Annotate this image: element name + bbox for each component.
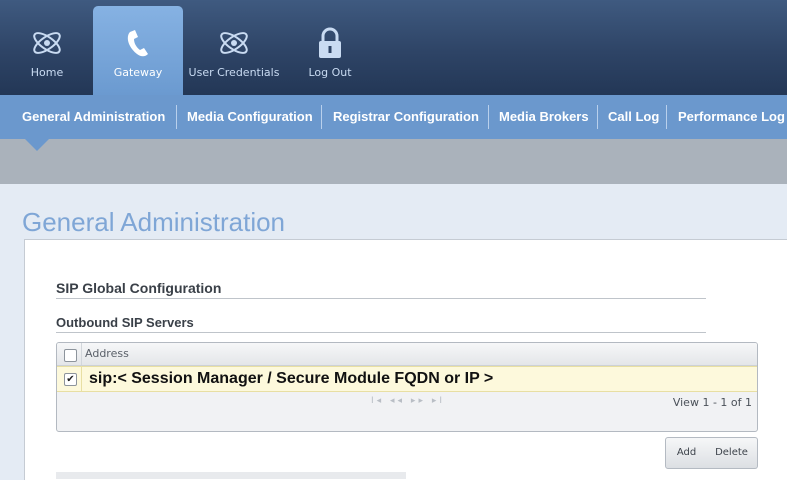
nav-home[interactable]: Home xyxy=(18,6,76,95)
view-count: View 1 - 1 of 1 xyxy=(672,396,752,409)
tab-divider xyxy=(321,105,322,129)
nav-user-credentials[interactable]: User Credentials xyxy=(188,6,280,95)
nav-gateway[interactable]: Gateway xyxy=(93,6,183,95)
column-divider xyxy=(81,367,82,391)
subsection-title: Outbound SIP Servers xyxy=(56,315,194,330)
toolbar-band xyxy=(0,139,787,184)
sub-nav-bar: General Administration Media Configurati… xyxy=(0,95,787,139)
atom-icon xyxy=(188,26,280,60)
nav-user-credentials-label: User Credentials xyxy=(188,66,280,79)
active-tab-pointer xyxy=(25,139,49,151)
page-title: General Administration xyxy=(22,207,286,237)
column-divider xyxy=(81,343,82,365)
phone-icon xyxy=(93,26,183,60)
add-button[interactable]: Add xyxy=(665,437,708,469)
pager-controls[interactable]: I◂ ◂◂ ▸▸ ▸I xyxy=(371,396,445,406)
delete-button[interactable]: Delete xyxy=(706,437,758,469)
grid-footer: I◂ ◂◂ ▸▸ ▸I View 1 - 1 of 1 xyxy=(57,392,757,414)
subsection-divider xyxy=(56,332,706,333)
next-section-header xyxy=(56,472,406,479)
outbound-servers-grid: Address ✔ sip:< Session Manager / Secure… xyxy=(56,342,758,432)
atom-icon xyxy=(18,26,76,60)
tab-divider xyxy=(597,105,598,129)
section-title: SIP Global Configuration xyxy=(56,280,222,296)
tab-media-configuration[interactable]: Media Configuration xyxy=(187,95,313,139)
nav-log-out[interactable]: Log Out xyxy=(302,6,358,95)
tab-divider xyxy=(666,105,667,129)
nav-gateway-label: Gateway xyxy=(113,66,163,79)
column-header-address[interactable]: Address xyxy=(85,347,129,360)
tab-registrar-configuration[interactable]: Registrar Configuration xyxy=(333,95,479,139)
row-address: sip:< Session Manager / Secure Module FQ… xyxy=(89,370,494,387)
nav-log-out-label: Log Out xyxy=(308,66,352,79)
tab-performance-log[interactable]: Performance Log xyxy=(678,95,785,139)
tab-call-log[interactable]: Call Log xyxy=(608,95,659,139)
lock-icon xyxy=(302,26,358,60)
tab-media-brokers[interactable]: Media Brokers xyxy=(499,95,589,139)
tab-divider xyxy=(176,105,177,129)
tab-divider xyxy=(488,105,489,129)
grid-header: Address xyxy=(57,343,757,366)
top-nav-bar: Home Gateway User Credentials Log Out xyxy=(0,0,787,95)
nav-home-label: Home xyxy=(30,66,64,79)
tab-general-administration[interactable]: General Administration xyxy=(22,95,165,139)
select-all-checkbox[interactable] xyxy=(64,349,77,362)
row-checkbox[interactable]: ✔ xyxy=(64,373,77,386)
table-row[interactable]: ✔ sip:< Session Manager / Secure Module … xyxy=(57,366,757,392)
section-divider xyxy=(56,298,706,299)
